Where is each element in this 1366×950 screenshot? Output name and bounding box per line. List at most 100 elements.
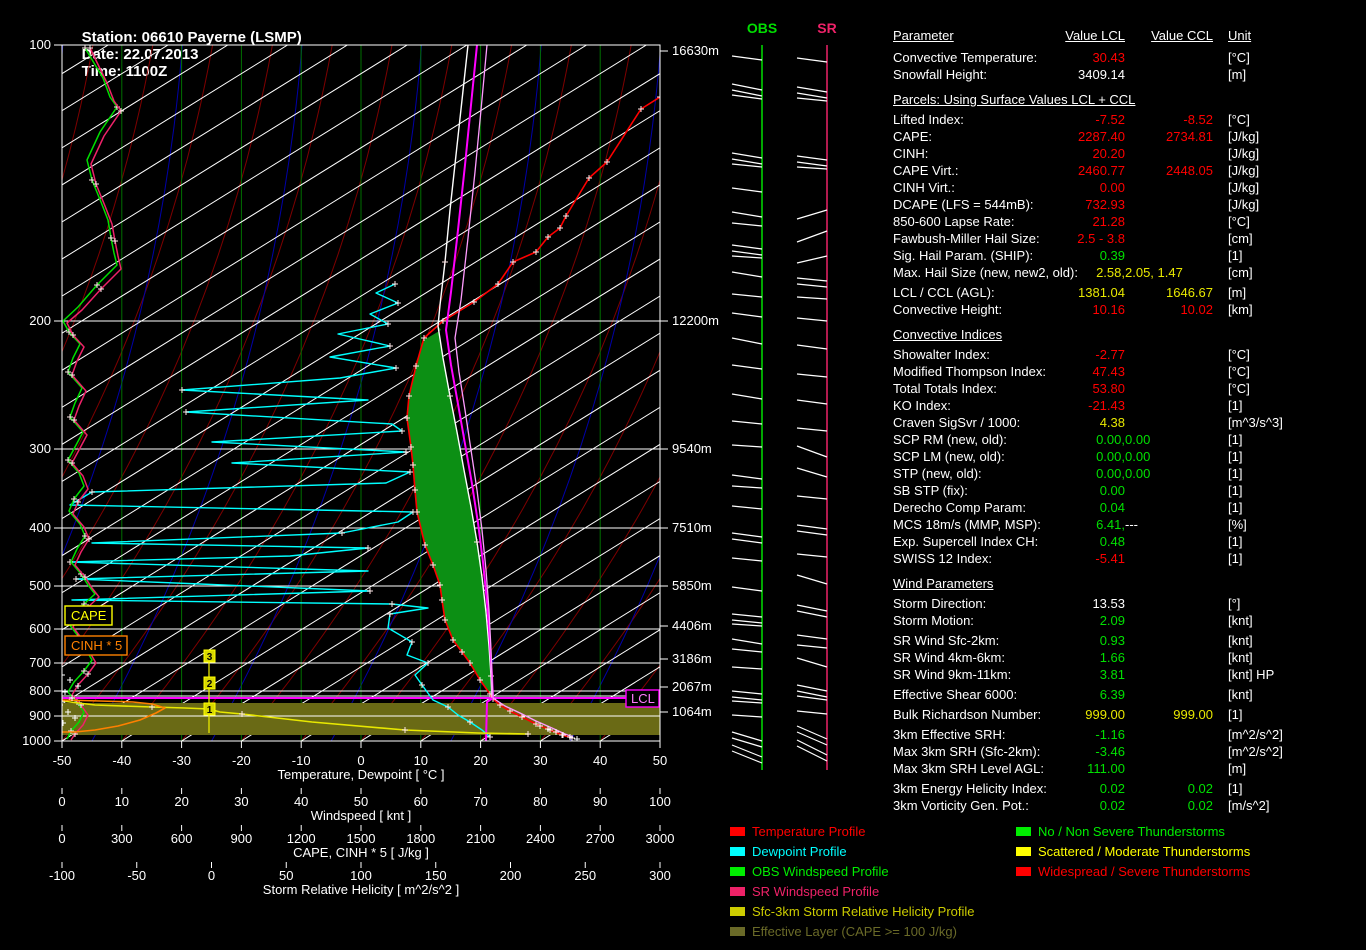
table-cell-lbl: Bulk Richardson Number:: [893, 706, 1023, 723]
table-cell-lbl: LCL / CCL (AGL):: [893, 284, 1023, 301]
table-cell-v2: Value CCL: [1125, 27, 1213, 44]
svg-text:0: 0: [58, 831, 65, 846]
svg-text:1500: 1500: [347, 831, 376, 846]
table-cell-v1: -1.16: [1023, 726, 1125, 743]
table-cell-unit: [J/kg]: [1213, 196, 1363, 213]
x-axis-0: -50-40-30-20-1001020304050Temperature, D…: [53, 741, 668, 782]
table-row: Max. Hail Size (new, new2, old):2.58, 2.…: [893, 264, 1363, 281]
table-row: Sig. Hail Param. (SHIP):0.39[1]: [893, 247, 1363, 264]
svg-text:SR: SR: [817, 20, 836, 36]
table-cell-unit: [m]: [1213, 66, 1363, 83]
table-cell-lbl: DCAPE (LFS = 544mB):: [893, 196, 1023, 213]
table-row: MCS 18m/s (MMP, MSP):6.41, ---[%]: [893, 516, 1363, 533]
table-cell-unit: [cm]: [1213, 230, 1363, 247]
pressure-tick-label: 600: [29, 621, 51, 636]
svg-text:10: 10: [414, 753, 428, 768]
table-cell-v1: 3409.14: [1023, 66, 1125, 83]
table-row: SWISS 12 Index:-5.41[1]: [893, 550, 1363, 567]
table-cell-v1: 2.5 - 3.8: [1023, 230, 1125, 247]
svg-text:-40: -40: [112, 753, 131, 768]
chart-label-cinh-5: CINH * 5: [65, 636, 127, 655]
table-cell-v1: 0.00: [1023, 482, 1125, 499]
table-cell-v1: 0.00,: [1023, 465, 1125, 482]
pressure-tick-label: 300: [29, 441, 51, 456]
table-row: DCAPE (LFS = 544mB):732.93 [J/kg]: [893, 196, 1363, 213]
table-row: CAPE Virt.:2460.772448.05[J/kg]: [893, 162, 1363, 179]
table-cell-lbl: Max. Hail Size (new, new2, old):: [893, 264, 1023, 281]
table-cell-v1: 0.93: [1023, 632, 1125, 649]
svg-text:20: 20: [473, 753, 487, 768]
table-cell-lbl: SCP LM (new, old):: [893, 448, 1023, 465]
table-cell-lbl: CINH Virt.:: [893, 179, 1023, 196]
pressure-tick-label: 200: [29, 313, 51, 328]
table-cell-lbl: Sig. Hail Param. (SHIP):: [893, 247, 1023, 264]
table-cell-lbl: STP (new, old):: [893, 465, 1023, 482]
svg-text:1200: 1200: [287, 831, 316, 846]
pressure-tick-label: 100: [29, 37, 51, 52]
table-cell-v1: 30.43: [1023, 49, 1125, 66]
svg-text:40: 40: [294, 794, 308, 809]
table-cell-unit: [J/kg]: [1213, 145, 1363, 162]
table-cell-unit: [°C]: [1213, 363, 1363, 380]
table-cell-lbl: Max 3km SRH Level AGL:: [893, 760, 1023, 777]
svg-text:250: 250: [574, 868, 596, 883]
table-row: Storm Motion:2.09[knt]: [893, 612, 1363, 629]
table-row: Modified Thompson Index:47.43[°C]: [893, 363, 1363, 380]
table-cell-lbl: SWISS 12 Index:: [893, 550, 1023, 567]
svg-text:80: 80: [533, 794, 547, 809]
legend-item: Sfc-3km Storm Relative Helicity Profile: [730, 904, 975, 924]
table-cell-unit: [°C]: [1213, 111, 1363, 128]
table-row: Max 3km SRH (Sfc-2km):-3.46[m^2/s^2]: [893, 743, 1363, 760]
legend-label: Dewpoint Profile: [752, 844, 847, 859]
table-cell-unit: [m]: [1213, 760, 1363, 777]
legend-swatch: [730, 907, 745, 916]
legend-swatch: [730, 827, 745, 836]
sr-wind-column: SR: [797, 20, 837, 770]
table-cell-lbl: Snowfall Height:: [893, 66, 1023, 83]
legend-item: Dewpoint Profile: [730, 844, 847, 864]
table-row: CAPE:2287.402734.81[J/kg]: [893, 128, 1363, 145]
table-cell-unit: [J/kg]: [1213, 179, 1363, 196]
table-cell-v1: 732.93: [1023, 196, 1125, 213]
svg-text:-20: -20: [232, 753, 251, 768]
table-row: LCL / CCL (AGL):1381.041646.67[m]: [893, 284, 1363, 301]
svg-text:2400: 2400: [526, 831, 555, 846]
svg-text:100: 100: [350, 868, 372, 883]
svg-text:-10: -10: [292, 753, 311, 768]
svg-text:900: 900: [231, 831, 253, 846]
table-cell-v1: 6.39: [1023, 686, 1125, 703]
table-cell-unit: [1]: [1213, 482, 1363, 499]
table-cell-lbl: Lifted Index:: [893, 111, 1023, 128]
table-cell-lbl: 3km Vorticity Gen. Pot.:: [893, 797, 1023, 814]
x-axis-title: CAPE, CINH * 5 [ J/kg ]: [293, 845, 429, 860]
table-cell-unit: [°C]: [1213, 213, 1363, 230]
svg-text:2: 2: [207, 679, 213, 690]
table-cell-lbl: CAPE Virt.:: [893, 162, 1023, 179]
table-row: Showalter Index:-2.77[°C]: [893, 346, 1363, 363]
table-row: 3km Vorticity Gen. Pot.:0.020.02[m/s^2]: [893, 797, 1363, 814]
table-cell-unit: Unit: [1213, 27, 1363, 44]
legend-swatch: [730, 887, 745, 896]
table-cell-unit: [1]: [1213, 431, 1363, 448]
table-cell-unit: [°]: [1213, 595, 1363, 612]
table-cell-lbl: Fawbush-Miller Hail Size:: [893, 230, 1023, 247]
legend-item: OBS Windspeed Profile: [730, 864, 889, 884]
table-cell-lbl: 3km Energy Helicity Index:: [893, 780, 1023, 797]
table-cell-lbl: Storm Motion:: [893, 612, 1023, 629]
legend-swatch: [1016, 827, 1031, 836]
table-cell-unit: [1]: [1213, 448, 1363, 465]
svg-text:100: 100: [649, 794, 671, 809]
table-cell-v1: -3.46: [1023, 743, 1125, 760]
table-cell-v1: Value LCL: [1023, 27, 1125, 44]
table-cell-v1: 4.38: [1023, 414, 1125, 431]
table-cell-v2: 2734.81: [1125, 128, 1213, 145]
svg-text:0: 0: [208, 868, 215, 883]
table-cell-v1: 6.41,: [1023, 516, 1125, 533]
pressure-tick-label: 400: [29, 520, 51, 535]
svg-text:0: 0: [357, 753, 364, 768]
legend-item: Widespread / Severe Thunderstorms: [1016, 864, 1250, 884]
table-cell-lbl: CAPE:: [893, 128, 1023, 145]
pressure-tick-label: 900: [29, 708, 51, 723]
obs-wind-column: OBS: [732, 20, 777, 770]
legend-label: OBS Windspeed Profile: [752, 864, 889, 879]
